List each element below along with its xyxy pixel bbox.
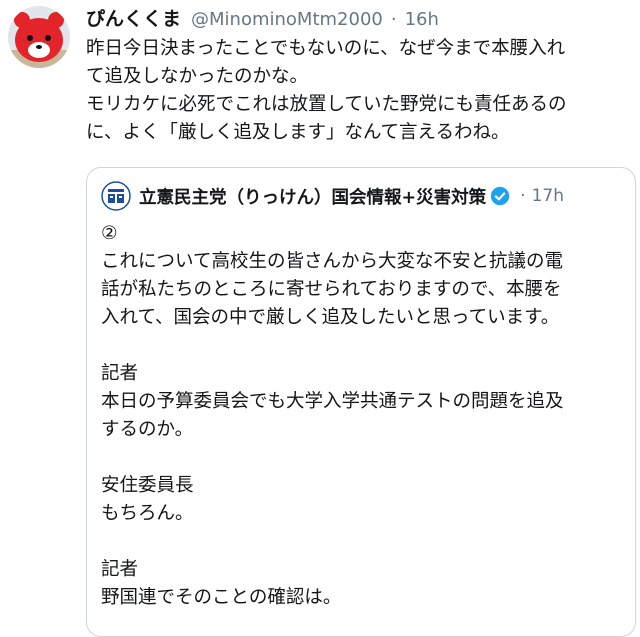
- tweet-text-line: て追及しなかったのかな。: [86, 66, 309, 87]
- quoted-display-name[interactable]: 立憲民主党（りっけん）国会情報+災害対策: [139, 184, 486, 209]
- quoted-tweet-text: ② これについて高校生の皆さんから大変な不安と抗議の電 話が私たちのところに寄せ…: [101, 220, 623, 612]
- quoted-text-line: これについて高校生の皆さんから大変な不安と抗議の電: [101, 251, 563, 272]
- separator-dot: ·: [520, 186, 526, 206]
- tweet-text-line: に、よく「厳しく追及します」なんて言えるわね。: [86, 122, 510, 143]
- tweet: ぴんくくま @MinominoMtm2000 · 16h 昨日今日決まったことで…: [0, 0, 640, 637]
- verified-badge-icon: [491, 186, 510, 206]
- quoted-text-line: 野国連でそのことの確認は。: [101, 587, 342, 608]
- quoted-tweet-card[interactable]: 立憲民主党（りっけん）国会情報+災害対策 · 17h ② これについて高校生の皆…: [86, 167, 636, 637]
- tweet-timestamp[interactable]: 16h: [405, 9, 439, 30]
- separator-dot: ·: [390, 9, 397, 30]
- quoted-text-line: 本日の予算委員会でも大学入学共通テストの問題を追及: [101, 391, 564, 412]
- user-handle[interactable]: @MinominoMtm2000: [191, 9, 383, 30]
- party-logo-avatar-icon: [101, 181, 131, 211]
- quoted-timestamp[interactable]: 17h: [532, 186, 564, 206]
- tweet-text-line: 昨日今日決まったことでもないのに、なぜ今まで本腰入れ: [86, 38, 566, 59]
- quoted-tweet-header: 立憲民主党（りっけん）国会情報+災害対策 · 17h: [101, 180, 564, 212]
- pink-bear-avatar-icon: [8, 6, 70, 68]
- quoted-text-line: 話が私たちのところに寄せられておりますので、本腰を: [101, 279, 562, 300]
- user-avatar[interactable]: [8, 6, 70, 68]
- quoted-text-line: 記者: [101, 559, 139, 580]
- tweet-text-line: モリカケに必死でこれは放置していた野党にも責任あるの: [86, 94, 567, 115]
- display-name[interactable]: ぴんくくま: [86, 4, 181, 31]
- quoted-text-line: 入れて、国会の中で厳しく追及したいと思っています。: [101, 307, 560, 328]
- tweet-header: ぴんくくま @MinominoMtm2000 · 16h: [86, 4, 439, 32]
- quoted-text-line: 記者: [101, 363, 139, 384]
- quoted-text-line: するのか。: [101, 419, 194, 440]
- tweet-text: 昨日今日決まったことでもないのに、なぜ今まで本腰入れ て追及しなかったのかな。 …: [86, 35, 634, 147]
- quoted-user-avatar[interactable]: [101, 181, 131, 211]
- quoted-text-line: ②: [101, 223, 118, 244]
- quoted-text-line: 安住委員長: [101, 475, 194, 496]
- quoted-text-line: もちろん。: [101, 503, 194, 524]
